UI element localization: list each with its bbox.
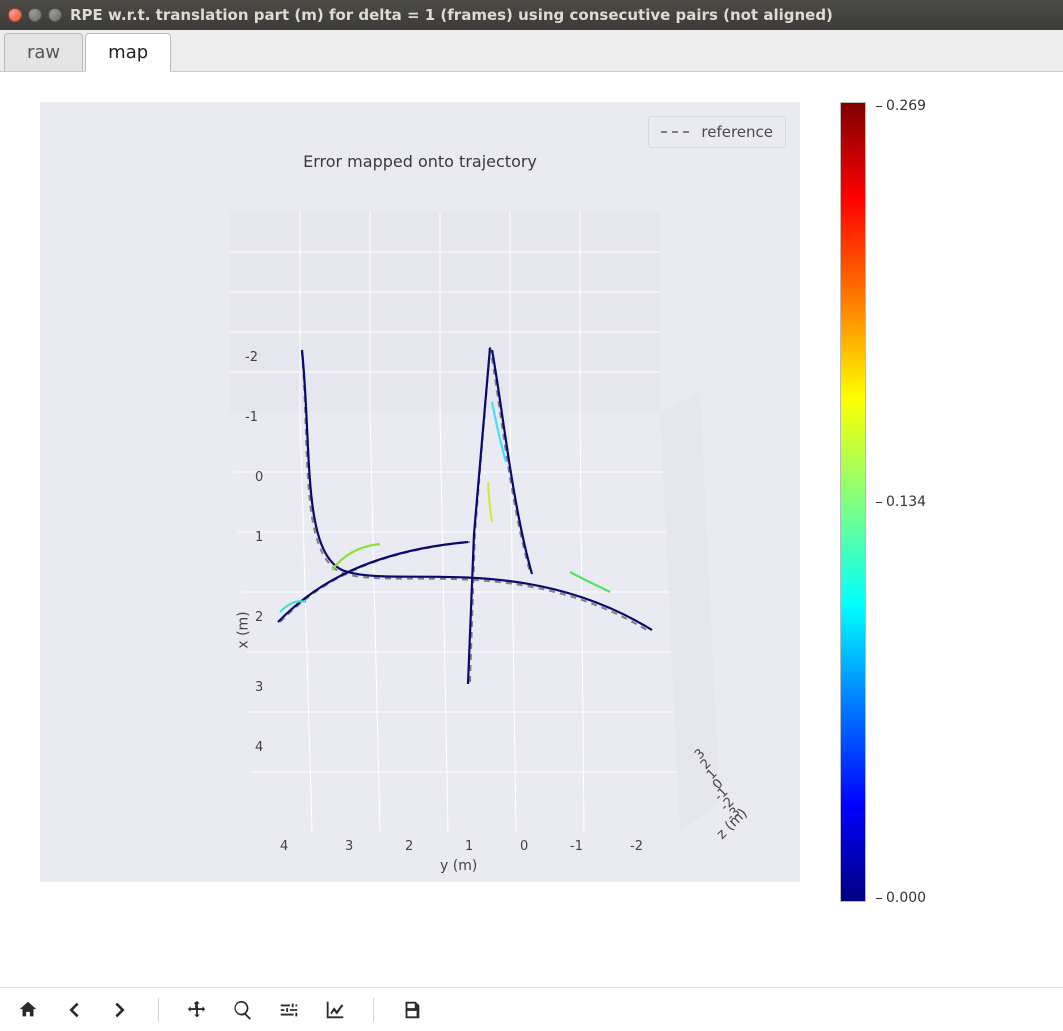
- x-tick: 2: [255, 610, 263, 625]
- chart-line-icon: [324, 999, 346, 1021]
- home-icon: [17, 999, 39, 1021]
- y-tick: 2: [405, 839, 413, 854]
- window-maximize-button[interactable]: [48, 8, 62, 22]
- y-tick: 4: [280, 839, 288, 854]
- colorbar-max-label: 0.269: [876, 98, 926, 114]
- y-tick: 0: [520, 839, 528, 854]
- toolbar-separator: [373, 998, 374, 1022]
- arrow-left-icon: [63, 999, 85, 1021]
- x-tick: 3: [255, 680, 263, 695]
- colorbar-gradient: [840, 102, 866, 902]
- x-tick: 4: [255, 740, 263, 755]
- forward-button[interactable]: [108, 998, 132, 1022]
- matplotlib-toolbar: [0, 987, 1063, 1031]
- x-tick: -2: [245, 350, 258, 365]
- y-tick: -1: [570, 839, 583, 854]
- colorbar-mid-label: 0.134: [876, 494, 926, 510]
- plot-svg: [40, 102, 800, 882]
- zoom-button[interactable]: [231, 998, 255, 1022]
- move-icon: [186, 999, 208, 1021]
- colorbar: 0.269 0.134 0.000: [840, 102, 920, 902]
- back-button[interactable]: [62, 998, 86, 1022]
- x-tick: 0: [255, 470, 263, 485]
- colorbar-min-label: 0.000: [876, 890, 926, 906]
- tab-raw[interactable]: raw: [4, 33, 83, 71]
- y-tick: 3: [345, 839, 353, 854]
- x-axis-label: x (m): [236, 611, 252, 648]
- tab-bar: raw map: [0, 30, 1063, 72]
- window-close-button[interactable]: [8, 8, 22, 22]
- tab-map[interactable]: map: [85, 33, 171, 72]
- y-axis-label: y (m): [440, 858, 477, 874]
- sliders-icon: [278, 999, 300, 1021]
- window-title: RPE w.r.t. translation part (m) for delt…: [70, 6, 833, 24]
- pan-button[interactable]: [185, 998, 209, 1022]
- y-tick: 1: [465, 839, 473, 854]
- configure-subplots-button[interactable]: [277, 998, 301, 1022]
- home-button[interactable]: [16, 998, 40, 1022]
- save-button[interactable]: [400, 998, 424, 1022]
- plot-3d-axes[interactable]: Error mapped onto trajectory reference: [40, 102, 800, 882]
- save-icon: [401, 999, 423, 1021]
- edit-axis-button[interactable]: [323, 998, 347, 1022]
- window-minimize-button[interactable]: [28, 8, 42, 22]
- y-tick: -2: [630, 839, 643, 854]
- x-tick: 1: [255, 530, 263, 545]
- arrow-right-icon: [109, 999, 131, 1021]
- window-titlebar: RPE w.r.t. translation part (m) for delt…: [0, 0, 1063, 30]
- toolbar-separator: [158, 998, 159, 1022]
- x-tick: -1: [245, 410, 258, 425]
- window-controls: [8, 8, 62, 22]
- magnify-icon: [232, 999, 254, 1021]
- plot-canvas[interactable]: Error mapped onto trajectory reference: [0, 72, 1063, 987]
